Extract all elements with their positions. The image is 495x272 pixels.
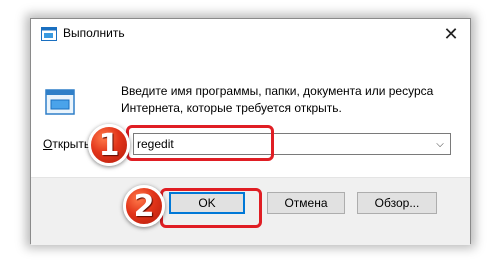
run-app-icon [41,27,57,41]
open-label: Открыть: [43,137,94,151]
dialog-description: Введите имя программы, папки, документа … [121,84,434,115]
title-bar[interactable]: Выполнить ✕ [31,19,470,49]
chevron-down-icon[interactable]: ⌵ [430,134,450,154]
step-badge-2: 2 [123,185,165,227]
step-badge-1: 1 [88,124,130,166]
window-title: Выполнить [63,26,125,40]
close-icon[interactable]: ✕ [438,23,464,45]
browse-button[interactable]: Обзор... [357,192,437,214]
run-large-icon [45,89,75,115]
ok-highlight-frame [160,188,262,228]
input-highlight-frame [126,125,274,161]
cancel-button[interactable]: Отмена [267,192,345,214]
